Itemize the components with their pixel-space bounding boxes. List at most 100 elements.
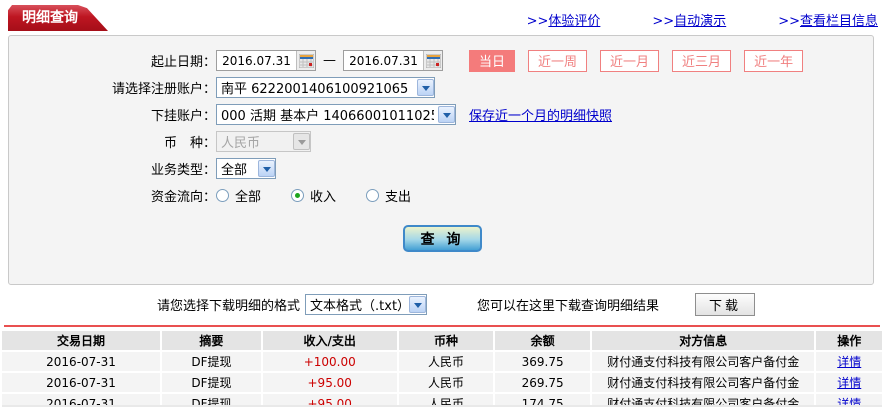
top-link[interactable]: >>自动演示 xyxy=(652,10,726,29)
date-from-value: 2016.07.31 xyxy=(222,53,291,68)
radio-icon xyxy=(216,189,229,202)
calendar-icon xyxy=(298,53,314,68)
date-range-label: 起止日期： xyxy=(150,55,216,70)
col-header-balance: 余额 xyxy=(495,331,590,350)
sub-account-label: 下挂账户： xyxy=(150,109,216,124)
quick-range-button[interactable]: 近一周 xyxy=(528,49,588,72)
cell-summary: DF提现 xyxy=(162,373,261,392)
cell-counterparty: 财付通支付科技有限公司客户备付金 xyxy=(591,352,815,371)
top-link[interactable]: >>体验评价 xyxy=(527,10,601,29)
cell-counterparty: 财付通支付科技有限公司客户备付金 xyxy=(591,373,815,392)
col-header-action: 操作 xyxy=(816,331,882,350)
detail-link[interactable]: 详情 xyxy=(837,376,861,390)
link-label: 查看栏目信息 xyxy=(799,14,878,29)
calendar-icon[interactable] xyxy=(423,51,442,70)
download-format-select[interactable]: 文本格式（.txt） xyxy=(305,294,428,315)
quick-range-button[interactable]: 近一年 xyxy=(744,49,804,72)
radio-label: 收入 xyxy=(310,190,337,205)
date-from-input[interactable]: 2016.07.31 xyxy=(216,50,316,71)
calendar-icon[interactable] xyxy=(296,51,315,70)
download-format-value: 文本格式（.txt） xyxy=(310,299,406,314)
fund-flow-label: 资金流向： xyxy=(150,190,216,205)
radio-icon xyxy=(291,189,305,202)
table-header-row: 交易日期 摘要 收入/支出 币种 余额 对方信息 操作 xyxy=(2,331,882,350)
cell-summary: DF提现 xyxy=(162,352,261,371)
col-header-summary: 摘要 xyxy=(162,331,261,350)
download-format-label: 请您选择下载明细的格式 xyxy=(157,299,301,314)
chevron-down-icon xyxy=(409,296,427,313)
link-prefix: >> xyxy=(778,14,800,29)
results-table: 交易日期 摘要 收入/支出 币种 余额 对方信息 操作 2016-07-31 D… xyxy=(0,329,884,407)
tab-detail-query[interactable]: 明细查询 xyxy=(8,5,108,31)
cell-action: 详情 xyxy=(816,352,882,371)
flow-radio[interactable]: 支出 xyxy=(366,186,411,205)
quick-range-buttons: 当日 近一周 近一月 近三月 近一年 xyxy=(469,49,804,72)
chevron-down-icon xyxy=(438,106,455,123)
top-link[interactable]: >>查看栏目信息 xyxy=(778,10,878,29)
sub-account-row: 下挂账户： 000 活期 基本户 1406600101102571848 保存近… xyxy=(9,101,873,128)
chevron-down-icon xyxy=(417,79,434,96)
col-header-amount: 收入/支出 xyxy=(262,331,397,350)
query-form-panel: 起止日期： 2016.07.31 — 2016.07.31 当日 近一周 近一月… xyxy=(8,35,874,285)
cell-currency: 人民币 xyxy=(398,352,494,371)
currency-row: 币 种： 人民币 xyxy=(9,128,873,155)
save-snapshot-link[interactable]: 保存近一个月的明细快照 xyxy=(469,105,612,124)
download-button[interactable]: 下载 xyxy=(695,293,756,316)
cell-action: 详情 xyxy=(816,373,882,392)
link-label: 体验评价 xyxy=(548,14,601,29)
quick-range-button[interactable]: 当日 xyxy=(469,49,516,72)
col-header-currency: 币种 xyxy=(398,331,494,350)
download-row: 请您选择下载明细的格式 文本格式（.txt） 您可以在这里下载查询明细结果 下载 xyxy=(0,293,884,316)
detail-link[interactable]: 详情 xyxy=(837,355,861,369)
register-account-select[interactable]: 南平 6222001406100921065 灵通卡 xyxy=(216,77,435,98)
cell-balance: 369.75 xyxy=(495,352,590,371)
sub-account-value: 000 活期 基本户 1406600101102571848 xyxy=(221,109,434,124)
chevron-down-icon xyxy=(293,133,310,150)
currency-label: 币 种： xyxy=(163,136,216,151)
link-prefix: >> xyxy=(526,14,549,29)
download-hint: 您可以在这里下载查询明细结果 xyxy=(477,299,660,314)
currency-value: 人民币 xyxy=(221,136,261,151)
quick-range-button[interactable]: 近三月 xyxy=(672,49,732,72)
link-label: 自动演示 xyxy=(674,14,727,29)
register-account-label: 请选择注册账户： xyxy=(111,82,216,97)
cell-date: 2016-07-31 xyxy=(2,373,161,392)
radio-icon xyxy=(366,189,380,202)
date-range-separator: — xyxy=(323,53,336,68)
flow-radio[interactable]: 收入 xyxy=(291,186,336,205)
business-type-row: 业务类型： 全部 xyxy=(9,155,873,182)
business-type-value: 全部 xyxy=(221,163,248,178)
cell-balance: 269.75 xyxy=(495,373,590,392)
page-title: 明细查询 xyxy=(22,10,78,26)
date-to-value: 2016.07.31 xyxy=(349,53,418,68)
table-row: 2016-07-31 DF提现 +100.00 人民币 369.75 财付通支付… xyxy=(2,352,882,371)
col-header-counterparty: 对方信息 xyxy=(591,331,815,350)
fund-flow-radios: 全部 收入 支出 xyxy=(216,186,441,205)
register-account-value: 南平 6222001406100921065 灵通卡 xyxy=(221,82,413,97)
link-prefix: >> xyxy=(652,14,675,29)
table-row: 2016-07-31 DF提现 +95.00 人民币 269.75 财付通支付科… xyxy=(2,373,882,392)
page: 明细查询 >>体验评价 >>自动演示 >>查看栏目信息 起止日期： 2016.0… xyxy=(0,0,884,407)
fund-flow-row: 资金流向： 全部 收入 支出 xyxy=(9,182,873,209)
business-type-select[interactable]: 全部 xyxy=(216,158,276,179)
currency-select-disabled: 人民币 xyxy=(216,131,311,152)
date-to-input[interactable]: 2016.07.31 xyxy=(343,50,443,71)
radio-label: 支出 xyxy=(385,190,412,205)
section-divider xyxy=(4,325,880,327)
business-type-label: 业务类型： xyxy=(150,163,216,178)
cell-currency: 人民币 xyxy=(398,373,494,392)
date-range-row: 起止日期： 2016.07.31 — 2016.07.31 当日 近一周 近一月… xyxy=(9,47,873,74)
query-button-row: 查 询 xyxy=(9,225,873,252)
sub-account-select[interactable]: 000 活期 基本户 1406600101102571848 xyxy=(216,104,456,125)
register-account-row: 请选择注册账户： 南平 6222001406100921065 灵通卡 xyxy=(9,74,873,101)
cell-amount: +100.00 xyxy=(262,352,397,371)
chevron-down-icon xyxy=(258,160,275,177)
radio-label: 全部 xyxy=(235,190,262,205)
query-button[interactable]: 查 询 xyxy=(403,225,482,252)
col-header-date: 交易日期 xyxy=(2,331,161,350)
flow-radio[interactable]: 全部 xyxy=(216,186,261,205)
cell-date: 2016-07-31 xyxy=(2,352,161,371)
quick-range-button[interactable]: 近一月 xyxy=(600,49,660,72)
cell-amount: +95.00 xyxy=(262,373,397,392)
calendar-icon xyxy=(425,53,441,68)
